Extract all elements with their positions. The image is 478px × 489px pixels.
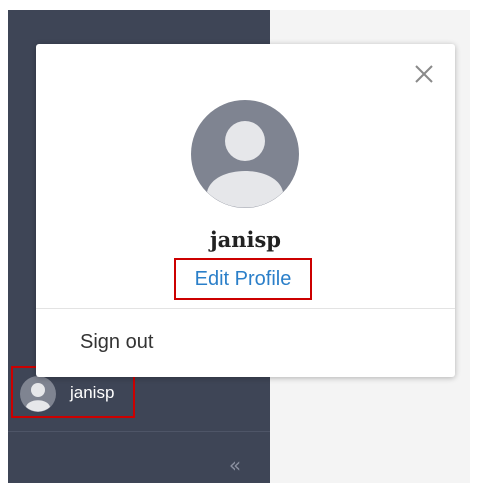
double-chevron-left-icon: « [228, 453, 242, 477]
collapse-sidebar-button[interactable]: « [222, 453, 248, 477]
user-profile-popover: janisp Edit Profile Sign out [36, 44, 455, 377]
profile-avatar-icon [191, 100, 299, 208]
user-avatar-icon [20, 376, 56, 412]
page: janisp « janisp Edit Profile Sign out [0, 0, 478, 489]
sidebar-username: janisp [70, 383, 115, 402]
sign-out-button[interactable]: Sign out [36, 309, 455, 377]
profile-name: janisp [210, 227, 281, 252]
close-icon[interactable] [412, 62, 436, 86]
sidebar-divider [8, 431, 270, 432]
sign-out-label: Sign out [80, 331, 154, 353]
edit-profile-link[interactable]: Edit Profile [174, 258, 312, 300]
